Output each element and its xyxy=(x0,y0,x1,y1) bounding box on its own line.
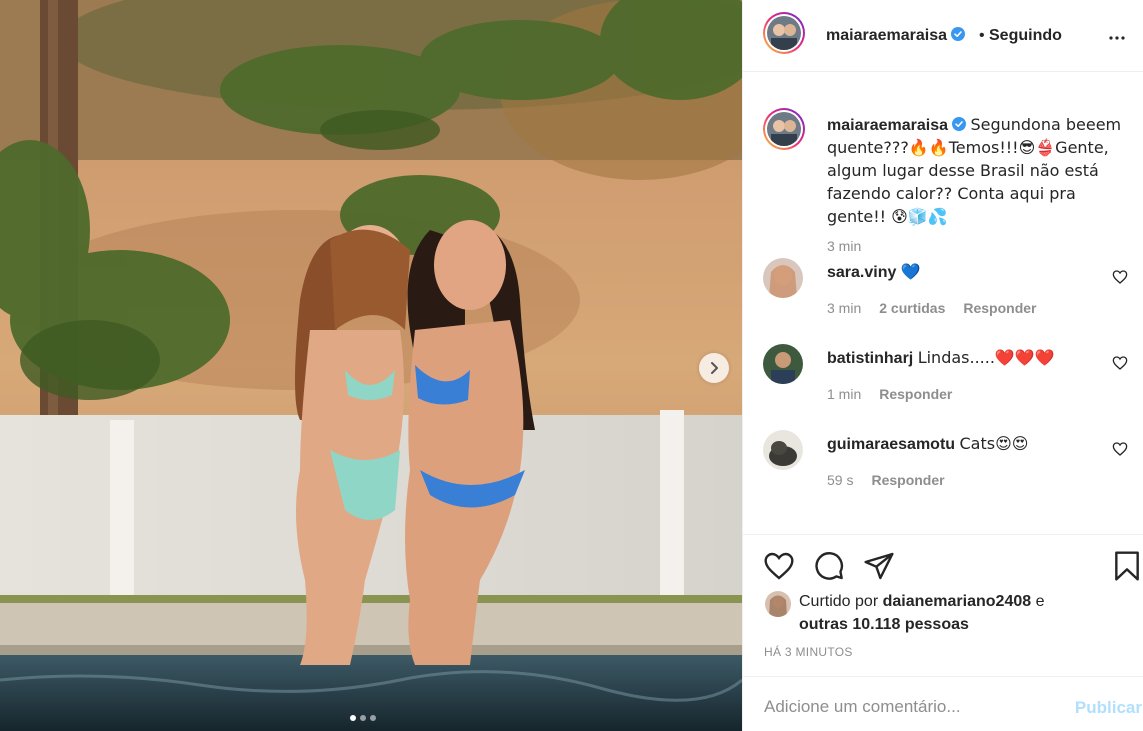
more-options-icon[interactable] xyxy=(1107,28,1127,48)
liked-by-conjunction: e xyxy=(1035,593,1045,610)
post-photo xyxy=(0,0,742,731)
caption-time[interactable]: 3 min xyxy=(827,238,861,254)
publish-button[interactable]: Publicar xyxy=(1075,698,1142,718)
comment-meta: 1 min Responder xyxy=(827,386,952,402)
header-separator: • xyxy=(979,27,985,44)
author-username-text[interactable]: maiaraemaraisa xyxy=(826,27,947,44)
comment-text: sara.viny 💙 xyxy=(827,262,1097,282)
liked-by-others[interactable]: outras 10.118 pessoas xyxy=(799,616,969,633)
comment-body: Cats😍😍 xyxy=(959,434,1029,453)
comment-input[interactable] xyxy=(764,697,1054,717)
comment-body: Lindas.....❤️❤️❤️ xyxy=(917,348,1055,367)
comment-reply-button[interactable]: Responder xyxy=(871,472,944,488)
comment-time[interactable]: 1 min xyxy=(827,386,861,402)
comment-item: batistinharj Lindas.....❤️❤️❤️ 1 min Res… xyxy=(743,344,1143,430)
comment-reply-button[interactable]: Responder xyxy=(963,300,1036,316)
comment-time[interactable]: 3 min xyxy=(827,300,861,316)
commenter-avatar[interactable] xyxy=(763,258,803,298)
verified-badge-icon xyxy=(950,27,965,41)
commenter-avatar[interactable] xyxy=(763,430,803,470)
liked-by: Curtido por daianemariano2408 e outras 1… xyxy=(765,590,1099,636)
post-media[interactable] xyxy=(0,0,742,731)
commenter-avatar[interactable] xyxy=(763,344,803,384)
liker-avatar[interactable] xyxy=(765,591,791,617)
avatar-image xyxy=(763,430,803,470)
liked-by-user[interactable]: daianemariano2408 xyxy=(883,593,1032,610)
avatar-image xyxy=(765,591,791,617)
carousel-dot xyxy=(360,715,366,721)
caption-text: maiaraemaraisa Segundona beeem quente???… xyxy=(827,114,1127,229)
carousel-dot xyxy=(370,715,376,721)
avatar-image xyxy=(763,258,803,298)
comment-time[interactable]: 59 s xyxy=(827,472,853,488)
caption-author-avatar[interactable] xyxy=(763,108,805,150)
heart-icon[interactable] xyxy=(1112,355,1128,371)
carousel-next-button[interactable] xyxy=(699,353,729,383)
post-header: maiaraemaraisa • Seguindo xyxy=(743,0,1143,72)
comments-list[interactable]: maiaraemaraisa Segundona beeem quente???… xyxy=(743,82,1143,534)
comment-meta: 3 min 2 curtidas Responder xyxy=(827,300,1037,316)
comment-body: 💙 xyxy=(900,262,921,281)
share-icon[interactable] xyxy=(863,550,895,582)
author-username[interactable]: maiaraemaraisa xyxy=(826,27,965,45)
verified-badge-icon xyxy=(951,117,966,131)
post-actions xyxy=(743,534,1143,594)
add-comment-bar: Publicar xyxy=(743,676,1143,731)
comment-text: guimaraesamotu Cats😍😍 xyxy=(827,434,1097,454)
carousel-indicator xyxy=(350,715,376,721)
post-timestamp[interactable]: HÁ 3 MINUTOS xyxy=(764,645,853,659)
comment-reply-button[interactable]: Responder xyxy=(879,386,952,402)
commenter-username[interactable]: guimaraesamotu xyxy=(827,436,955,453)
avatar-image xyxy=(767,16,801,50)
post-sidebar: maiaraemaraisa • Seguindo maiaraemaraisa… xyxy=(742,0,1143,731)
avatar-image xyxy=(767,112,801,146)
bookmark-icon[interactable] xyxy=(1111,550,1143,582)
liked-by-prefix: Curtido por xyxy=(799,593,879,610)
comment-icon[interactable] xyxy=(813,550,845,582)
heart-icon[interactable] xyxy=(1112,269,1128,285)
carousel-dot xyxy=(350,715,356,721)
avatar-image xyxy=(763,344,803,384)
chevron-right-icon xyxy=(711,362,718,374)
like-heart-icon[interactable] xyxy=(763,550,795,582)
comment-text: batistinharj Lindas.....❤️❤️❤️ xyxy=(827,348,1097,368)
commenter-username[interactable]: sara.viny xyxy=(827,264,896,281)
heart-icon[interactable] xyxy=(1112,441,1128,457)
comment-meta: 59 s Responder xyxy=(827,472,945,488)
comment-likes[interactable]: 2 curtidas xyxy=(879,300,945,316)
author-avatar[interactable] xyxy=(763,12,805,54)
comment-item: sara.viny 💙 3 min 2 curtidas Responder xyxy=(743,258,1143,344)
comment-item: guimaraesamotu Cats😍😍 59 s Responder xyxy=(743,430,1143,516)
caption-username[interactable]: maiaraemaraisa xyxy=(827,117,948,134)
liked-by-text: Curtido por daianemariano2408 e outras 1… xyxy=(799,590,1099,636)
post-caption: maiaraemaraisa Segundona beeem quente???… xyxy=(743,82,1143,258)
following-button[interactable]: Seguindo xyxy=(989,27,1062,45)
commenter-username[interactable]: batistinharj xyxy=(827,350,913,367)
